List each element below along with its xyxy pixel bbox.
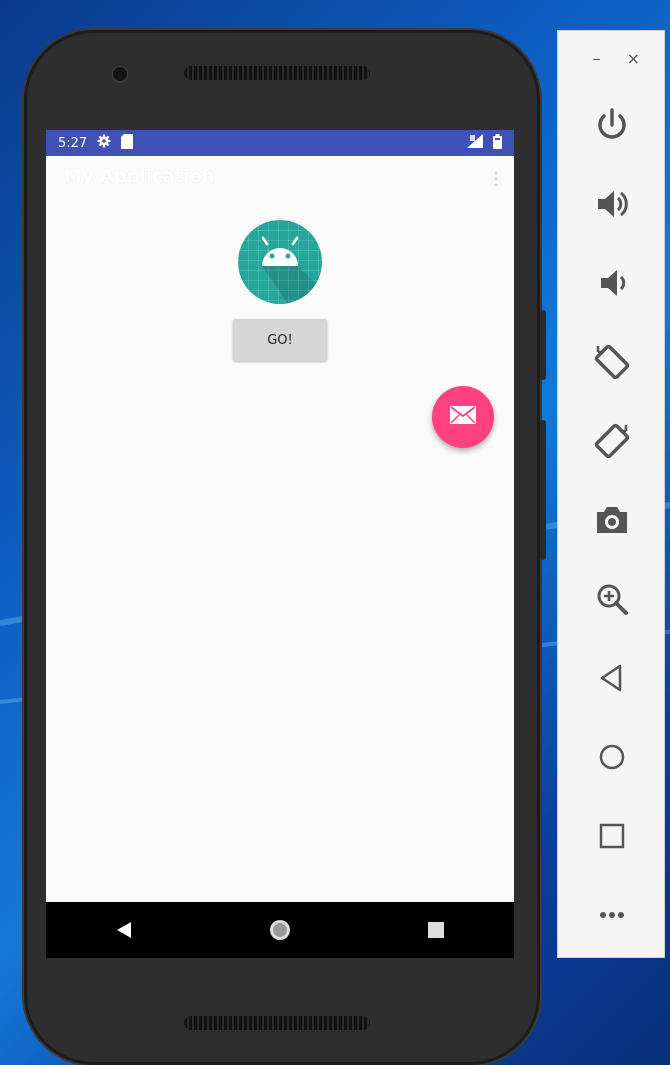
screenshot-button[interactable]: [558, 480, 666, 559]
top-speaker: [184, 66, 370, 80]
volume-rocker: [540, 310, 546, 380]
volume-down-button[interactable]: [558, 243, 666, 322]
home-button[interactable]: [558, 717, 666, 796]
zoom-icon: [597, 584, 628, 615]
email-fab-button[interactable]: [432, 386, 494, 448]
more-button[interactable]: [558, 875, 666, 954]
home-icon: [599, 744, 625, 769]
bottom-speaker: [184, 1016, 370, 1030]
rotate-left-icon: [594, 344, 630, 379]
back-icon: [600, 664, 622, 691]
front-camera: [112, 66, 128, 82]
device-screen[interactable]: 5:27 My Application GO!: [46, 130, 514, 958]
rotate-right-button[interactable]: [558, 401, 666, 480]
overview-button[interactable]: [558, 796, 666, 875]
back-button[interactable]: [558, 638, 666, 717]
camera-icon: [597, 506, 627, 533]
zoom-button[interactable]: [558, 559, 666, 638]
device-frame: 5:27 My Application GO!: [24, 30, 546, 1065]
settings-icon: [97, 134, 111, 152]
power-button[interactable]: [558, 85, 666, 164]
status-bar: 5:27: [46, 130, 514, 156]
volume-down-icon: [601, 269, 626, 296]
power-icon: [598, 107, 626, 139]
close-button[interactable]: ×: [627, 49, 640, 68]
status-time: 5:27: [58, 135, 88, 151]
mail-icon: [450, 406, 476, 428]
app-bar: My Application: [46, 156, 514, 200]
more-icon: [600, 911, 624, 918]
overview-icon: [599, 823, 625, 848]
signal-icon: [467, 134, 483, 152]
go-button[interactable]: GO!: [233, 319, 327, 361]
rotate-right-icon: [594, 423, 630, 458]
side-button: [540, 420, 546, 560]
android-logo-icon: [238, 220, 322, 304]
navigation-bar: [46, 902, 514, 958]
overflow-menu-icon[interactable]: [494, 170, 498, 186]
sd-card-icon: [121, 133, 134, 153]
battery-icon: [493, 133, 502, 153]
window-controls: – ×: [558, 31, 664, 85]
volume-up-icon: [598, 190, 628, 217]
minimize-button[interactable]: –: [593, 49, 601, 68]
volume-up-button[interactable]: [558, 164, 666, 243]
app-title: My Application: [64, 166, 215, 187]
nav-home-icon[interactable]: [265, 915, 295, 945]
rotate-left-button[interactable]: [558, 322, 666, 401]
emulator-toolbar: – ×: [557, 30, 665, 958]
nav-back-icon[interactable]: [109, 915, 139, 945]
nav-overview-icon[interactable]: [421, 915, 451, 945]
